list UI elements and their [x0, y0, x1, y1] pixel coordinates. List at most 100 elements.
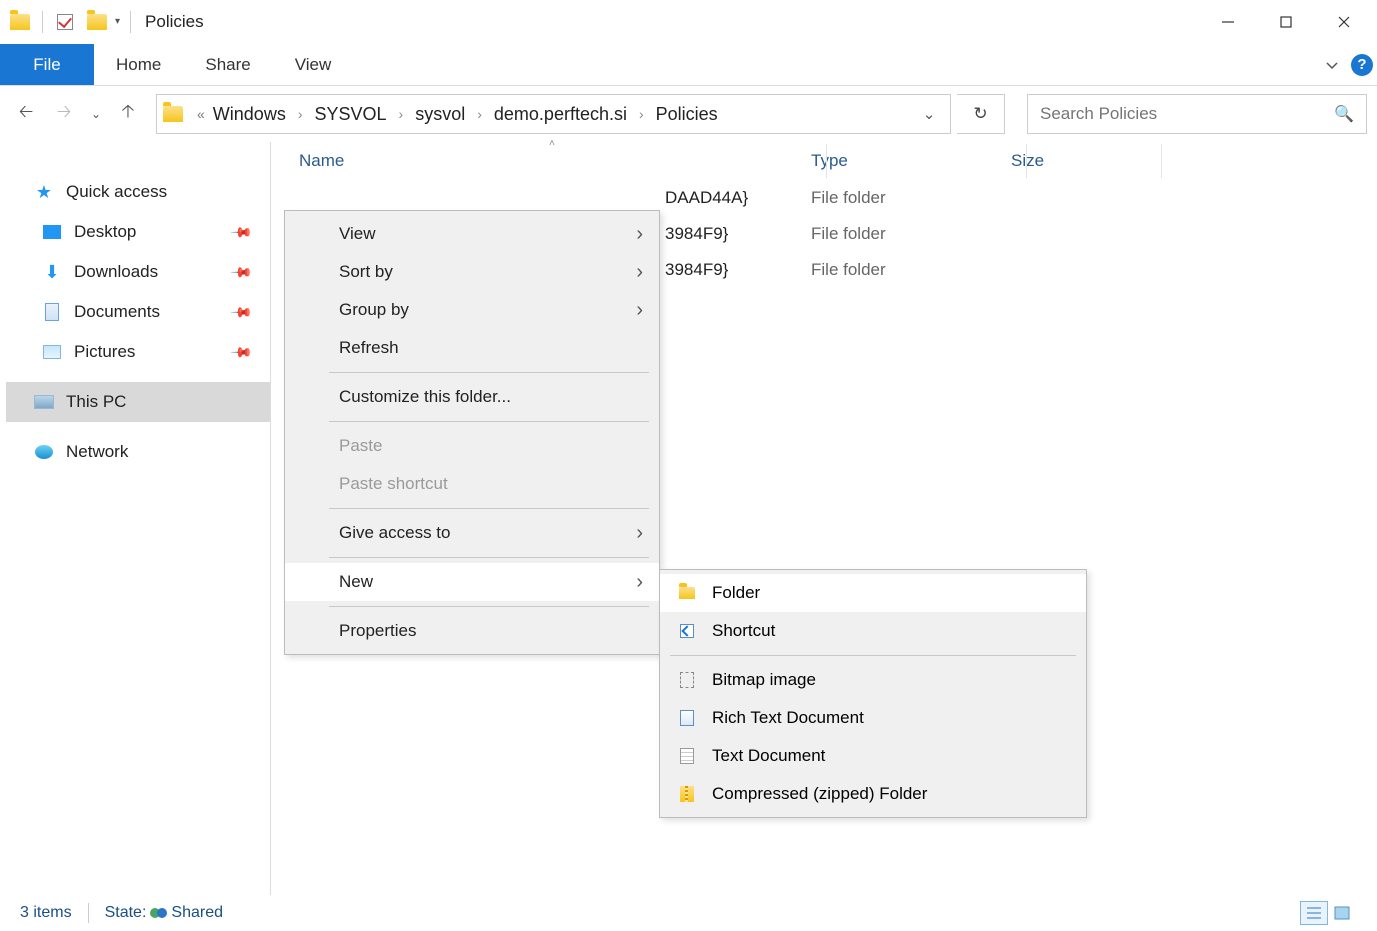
nav-network[interactable]: Network [6, 432, 270, 472]
nav-label: Quick access [66, 182, 167, 202]
forward-button[interactable]: 🡢 [48, 98, 80, 130]
window-title: Policies [145, 12, 204, 32]
ctx-view[interactable]: View› [285, 215, 659, 253]
submenu-label: Shortcut [712, 621, 775, 641]
nav-desktop[interactable]: Desktop 📌 [6, 212, 270, 252]
column-divider[interactable] [826, 144, 827, 178]
chevron-right-icon: › [636, 261, 643, 284]
file-type: File folder [811, 188, 1011, 208]
title-bar: ▾ Policies [0, 0, 1377, 44]
column-headers: ˄ Name Type Size [271, 142, 1377, 180]
crumb[interactable]: sysvol [413, 104, 467, 125]
nav-label: Pictures [74, 342, 135, 362]
qat-customize-icon[interactable]: ▾ [115, 16, 120, 27]
chevron-right-icon: › [636, 522, 643, 545]
nav-pictures[interactable]: Pictures 📌 [6, 332, 270, 372]
context-menu: View› Sort by› Group by› Refresh Customi… [284, 210, 660, 655]
new-rtf[interactable]: Rich Text Document [660, 699, 1086, 737]
crumb[interactable]: Policies [654, 104, 720, 125]
divider [130, 11, 131, 33]
crumb[interactable]: demo.perftech.si [492, 104, 629, 125]
network-icon [32, 445, 56, 459]
column-header-name[interactable]: Name [271, 151, 811, 171]
status-state-label: State: [105, 904, 147, 922]
ctx-give-access[interactable]: Give access to› [285, 514, 659, 552]
refresh-button[interactable]: ↻ [957, 94, 1005, 134]
help-button[interactable]: ? [1347, 44, 1377, 85]
up-button[interactable]: 🡡 [112, 98, 144, 130]
menu-separator [329, 606, 649, 607]
ctx-customize[interactable]: Customize this folder... [285, 378, 659, 416]
column-header-size[interactable]: Size [1011, 151, 1044, 171]
thumbnails-view-button[interactable] [1328, 901, 1356, 925]
overflow-chevron-icon[interactable]: « [197, 106, 205, 122]
chevron-right-icon[interactable]: › [639, 106, 644, 122]
nav-label: Network [66, 442, 128, 462]
sort-indicator-icon: ˄ [549, 138, 555, 149]
column-header-type[interactable]: Type [811, 151, 1011, 171]
view-toggle [1299, 900, 1357, 926]
ctx-group-by[interactable]: Group by› [285, 291, 659, 329]
new-zip[interactable]: Compressed (zipped) Folder [660, 775, 1086, 813]
file-type: File folder [811, 224, 1011, 244]
column-divider[interactable] [1161, 144, 1162, 178]
status-item-count: 3 items [20, 904, 72, 922]
chevron-right-icon[interactable]: › [477, 106, 482, 122]
close-button[interactable] [1315, 3, 1373, 41]
qat-folder-icon [6, 8, 34, 36]
tab-share[interactable]: Share [183, 44, 272, 85]
tab-home[interactable]: Home [94, 44, 183, 85]
new-text[interactable]: Text Document [660, 737, 1086, 775]
nav-this-pc[interactable]: This PC [6, 382, 270, 422]
nav-documents[interactable]: Documents 📌 [6, 292, 270, 332]
search-icon[interactable]: 🔍 [1334, 104, 1354, 124]
nav-label: Downloads [74, 262, 158, 282]
pin-icon: 📌 [229, 260, 253, 284]
shortcut-icon [678, 622, 696, 640]
status-bar: 3 items State: Shared [0, 895, 1377, 931]
submenu-label: Folder [712, 583, 760, 603]
ctx-paste-shortcut: Paste shortcut [285, 465, 659, 503]
nav-downloads[interactable]: ⬇ Downloads 📌 [6, 252, 270, 292]
pin-icon: 📌 [229, 220, 253, 244]
nav-quick-access[interactable]: ★ Quick access [6, 172, 270, 212]
address-bar[interactable]: « Windows › SYSVOL › sysvol › demo.perftech… [156, 94, 951, 134]
address-dropdown-icon[interactable]: ⌄ [914, 105, 944, 123]
rtf-icon [678, 709, 696, 727]
crumb[interactable]: Windows [211, 104, 288, 125]
new-shortcut[interactable]: Shortcut [660, 612, 1086, 650]
recent-locations-icon[interactable]: ⌄ [86, 98, 106, 130]
qat-properties-icon[interactable] [51, 8, 79, 36]
new-bitmap[interactable]: Bitmap image [660, 661, 1086, 699]
folder-icon [163, 106, 183, 122]
minimize-button[interactable] [1199, 3, 1257, 41]
chevron-right-icon[interactable]: › [399, 106, 404, 122]
search-box[interactable]: 🔍 [1027, 94, 1367, 134]
download-icon: ⬇ [40, 262, 64, 283]
ribbon-expand-icon[interactable] [1317, 44, 1347, 85]
tab-file[interactable]: File [0, 44, 94, 85]
chevron-right-icon[interactable]: › [298, 106, 303, 122]
star-icon: ★ [32, 182, 56, 203]
submenu-label: Text Document [712, 746, 825, 766]
file-name: DAAD44A} [271, 188, 811, 208]
file-type: File folder [811, 260, 1011, 280]
menu-separator [329, 557, 649, 558]
qat-new-folder-icon[interactable] [83, 8, 111, 36]
submenu-label: Rich Text Document [712, 708, 864, 728]
back-button[interactable]: 🡠 [10, 98, 42, 130]
ctx-properties[interactable]: Properties [285, 612, 659, 650]
new-folder[interactable]: Folder [660, 574, 1086, 612]
menu-separator [329, 421, 649, 422]
ctx-refresh[interactable]: Refresh [285, 329, 659, 367]
tab-view[interactable]: View [273, 44, 354, 85]
search-input[interactable] [1040, 104, 1334, 124]
column-divider[interactable] [1026, 144, 1027, 178]
crumb[interactable]: SYSVOL [313, 104, 389, 125]
details-view-button[interactable] [1300, 901, 1328, 925]
maximize-button[interactable] [1257, 3, 1315, 41]
pictures-icon [40, 345, 64, 359]
ctx-new[interactable]: New› [285, 563, 659, 601]
nav-label: Desktop [74, 222, 136, 242]
ctx-sort-by[interactable]: Sort by› [285, 253, 659, 291]
